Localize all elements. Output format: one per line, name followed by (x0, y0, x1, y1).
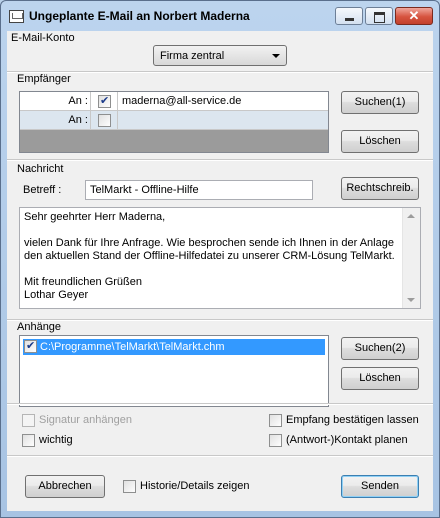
maximize-button[interactable] (365, 7, 393, 25)
recipient-row[interactable]: An : maderna@all-service.de (20, 92, 328, 111)
attachments-list[interactable]: C:\Programme\TelMarkt\TelMarkt.chm (19, 335, 329, 407)
recipient-check-cell (90, 111, 118, 129)
recipient-checkbox[interactable] (98, 114, 111, 127)
separator (7, 319, 433, 321)
message-scrollbar[interactable] (402, 208, 420, 308)
title-bar[interactable]: Ungeplante E-Mail an Norbert Maderna ✕ (1, 1, 439, 31)
recipient-check-cell (90, 92, 118, 110)
plan-contact-checkbox[interactable] (269, 434, 282, 447)
important-checkbox[interactable] (22, 434, 35, 447)
spellcheck-button[interactable]: Rechtschreib. (341, 177, 419, 200)
attachments-delete-button[interactable]: Löschen (341, 367, 419, 390)
recipient-checkbox[interactable] (98, 94, 111, 108)
scroll-up-icon[interactable] (407, 214, 415, 218)
signature-checkbox[interactable] (22, 414, 35, 427)
account-select[interactable]: Firma zentral (153, 45, 287, 66)
subject-label: Betreff : (23, 184, 62, 196)
history-label: Historie/Details zeigen (140, 480, 250, 492)
plan-contact-label: (Antwort-)Kontakt planen (286, 434, 408, 446)
recipients-delete-button[interactable]: Löschen (341, 130, 419, 153)
email-dialog-window: Ungeplante E-Mail an Norbert Maderna ✕ E… (0, 0, 440, 518)
separator (7, 159, 433, 161)
window-title: Ungeplante E-Mail an Norbert Maderna (29, 9, 250, 23)
attachment-checkbox[interactable] (24, 339, 37, 353)
message-body-textarea[interactable]: Sehr geehrter Herr Maderna, vielen Dank … (19, 207, 421, 309)
confirm-receipt-label: Empfang bestätigen lassen (286, 414, 419, 426)
cancel-button[interactable]: Abbrechen (25, 475, 105, 498)
history-checkbox[interactable] (123, 480, 136, 493)
mail-app-icon (9, 10, 24, 23)
message-body-text: Sehr geehrter Herr Maderna, vielen Dank … (24, 211, 395, 301)
recipient-row-label: An : (68, 95, 88, 107)
account-section-label: E-Mail-Konto (11, 32, 75, 44)
recipients-grid: An : maderna@all-service.de An : (19, 91, 329, 153)
separator (7, 403, 433, 405)
scroll-down-icon[interactable] (407, 298, 415, 302)
attachment-path: C:\Programme\TelMarkt\TelMarkt.chm (40, 341, 225, 353)
subject-input[interactable]: TelMarkt - Offline-Hilfe (85, 180, 313, 200)
chevron-down-icon (272, 54, 280, 58)
maximize-icon (374, 12, 385, 23)
separator (7, 455, 433, 457)
close-icon: ✕ (408, 8, 420, 23)
close-button[interactable]: ✕ (395, 7, 433, 25)
important-label: wichtig (39, 434, 73, 446)
minimize-icon (345, 18, 354, 21)
recipient-row[interactable]: An : (20, 111, 328, 130)
minimize-button[interactable] (335, 7, 363, 25)
dialog-client-area: E-Mail-Konto Firma zentral Empfänger An … (7, 31, 433, 511)
message-section-label: Nachricht (17, 163, 64, 175)
recipients-section-label: Empfänger (17, 73, 71, 85)
attachments-section-label: Anhänge (17, 321, 62, 333)
recipient-email[interactable]: maderna@all-service.de (122, 92, 241, 110)
signature-label: Signatur anhängen (39, 414, 132, 426)
recipients-search-button[interactable]: Suchen(1) (341, 91, 419, 114)
attachment-item[interactable]: C:\Programme\TelMarkt\TelMarkt.chm (23, 339, 325, 355)
send-button[interactable]: Senden (341, 475, 419, 498)
account-select-value: Firma zentral (160, 50, 225, 62)
attachments-search-button[interactable]: Suchen(2) (341, 337, 419, 360)
recipient-row-label: An : (68, 114, 88, 126)
confirm-receipt-checkbox[interactable] (269, 414, 282, 427)
